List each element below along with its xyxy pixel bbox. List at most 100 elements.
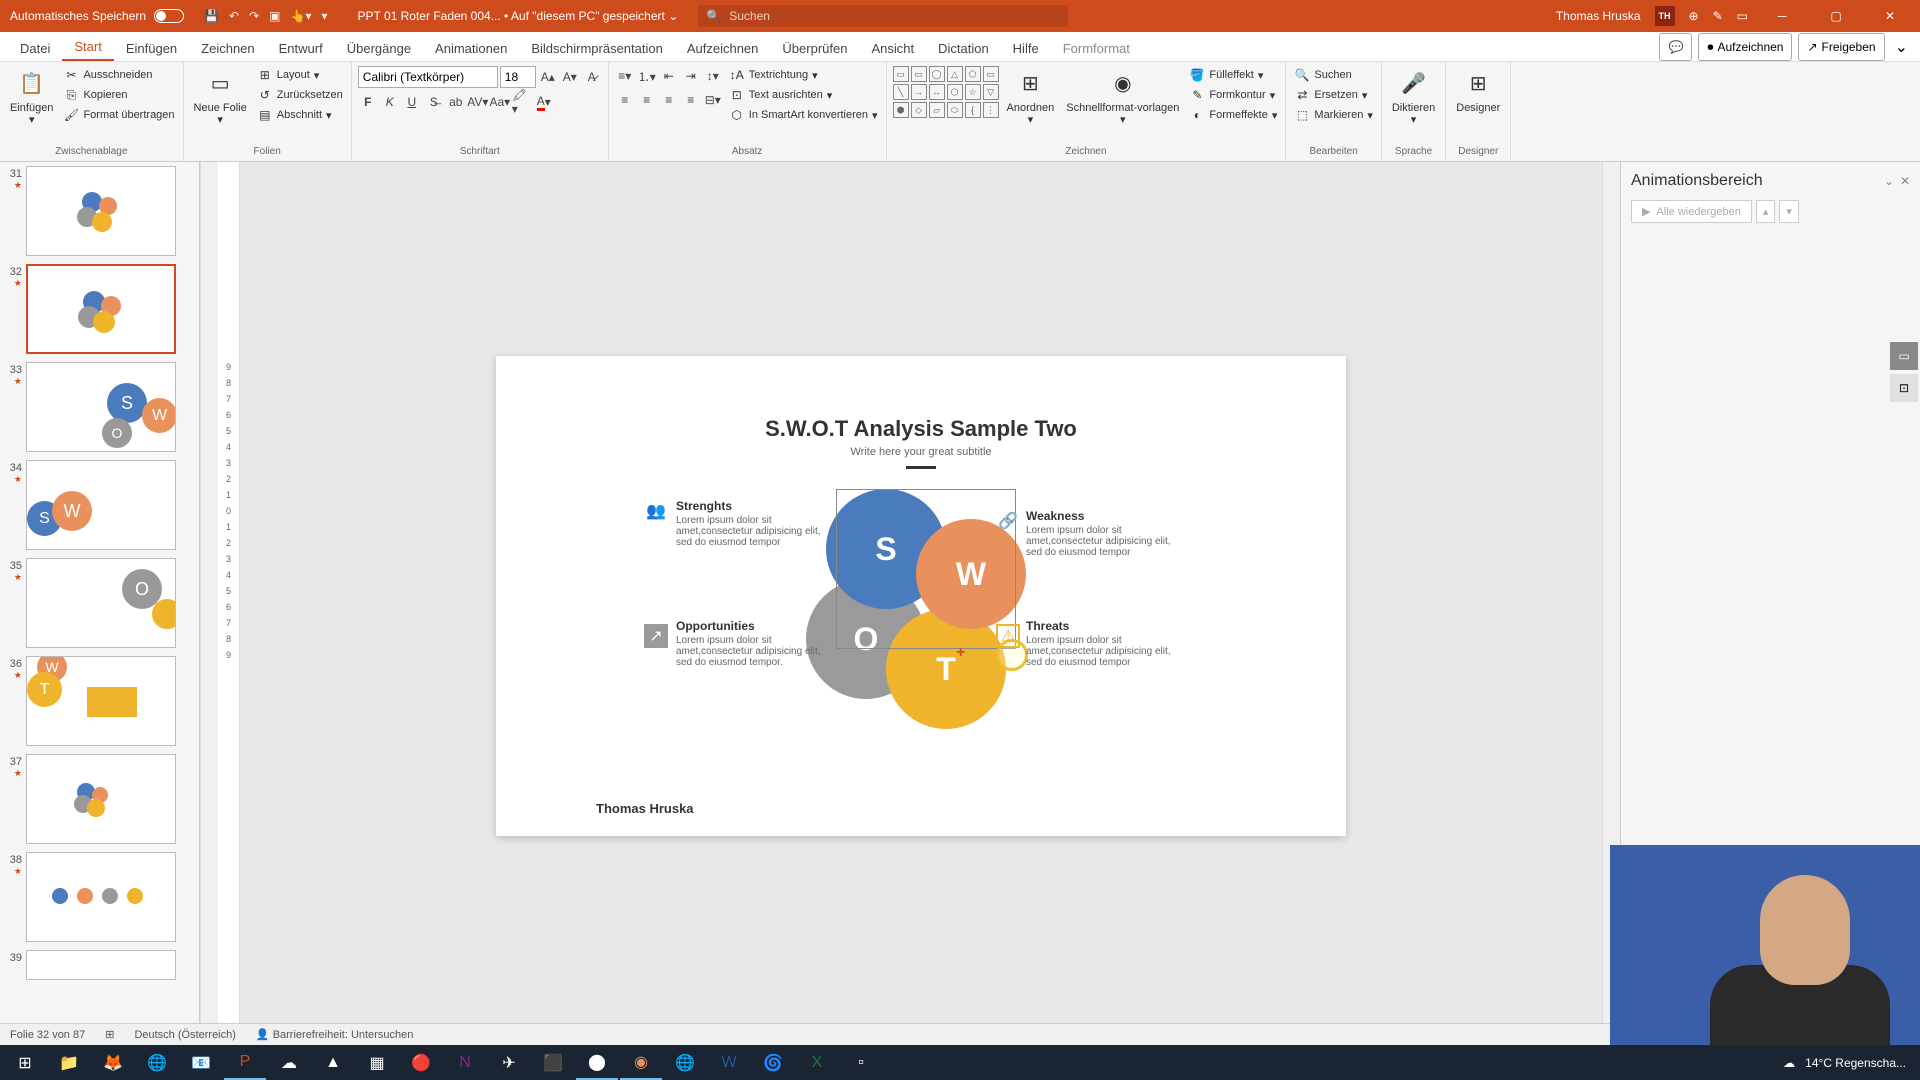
section-button[interactable]: ▤Abschnitt ▾ bbox=[255, 106, 345, 124]
indent-left-button[interactable]: ⇤ bbox=[659, 66, 679, 86]
redo-icon[interactable]: ↷ bbox=[249, 9, 259, 23]
highlight-button[interactable]: 🖍▾ bbox=[512, 92, 532, 112]
copy-button[interactable]: ⎘Kopieren bbox=[61, 86, 176, 104]
quickstyles-button[interactable]: ◉Schnellformat-vorlagen▾ bbox=[1062, 66, 1183, 128]
strikethrough-button[interactable]: S̶ bbox=[424, 92, 444, 112]
bold-button[interactable]: F bbox=[358, 92, 378, 112]
indent-right-button[interactable]: ⇥ bbox=[681, 66, 701, 86]
edge-icon[interactable]: 🌀 bbox=[752, 1045, 794, 1080]
format-painter-button[interactable]: 🖌Format übertragen bbox=[61, 106, 176, 124]
thumb-36[interactable]: 36★WT bbox=[4, 656, 195, 746]
dictate-button[interactable]: 🎤Diktieren▾ bbox=[1388, 66, 1439, 128]
tab-transitions[interactable]: Übergänge bbox=[335, 36, 423, 61]
smartart-button[interactable]: ⬡In SmartArt konvertieren ▾ bbox=[727, 106, 880, 124]
animpane-close-icon[interactable]: ✕ bbox=[1900, 174, 1910, 188]
layout-button[interactable]: ⊞Layout ▾ bbox=[255, 66, 345, 84]
search-input[interactable]: 🔍 Suchen bbox=[698, 5, 1068, 27]
outlook-icon[interactable]: 📧 bbox=[180, 1045, 222, 1080]
document-title[interactable]: PPT 01 Roter Faden 004... • Auf "diesem … bbox=[338, 9, 699, 23]
italic-button[interactable]: K bbox=[380, 92, 400, 112]
slide-subtitle[interactable]: Write here your great subtitle bbox=[536, 446, 1306, 458]
app-icon[interactable]: ⬛ bbox=[532, 1045, 574, 1080]
collapse-ribbon-icon[interactable]: ⌄ bbox=[1891, 33, 1912, 61]
app-icon[interactable]: ▦ bbox=[356, 1045, 398, 1080]
animpane-collapse-icon[interactable]: ⌄ bbox=[1884, 174, 1894, 188]
qat-more-icon[interactable]: ▾ bbox=[321, 9, 327, 23]
tab-design[interactable]: Entwurf bbox=[267, 36, 335, 61]
explorer-icon[interactable]: 📁 bbox=[48, 1045, 90, 1080]
case-button[interactable]: Aa▾ bbox=[490, 92, 510, 112]
fill-button[interactable]: 🪣Fülleffekt ▾ bbox=[1187, 66, 1279, 84]
tab-dictation[interactable]: Dictation bbox=[926, 36, 1001, 61]
tab-start[interactable]: Start bbox=[62, 34, 113, 61]
thumb-38[interactable]: 38★ bbox=[4, 852, 195, 942]
outline-button[interactable]: ✎Formkontur ▾ bbox=[1187, 86, 1279, 104]
toggle-switch[interactable] bbox=[154, 9, 184, 23]
align-text-button[interactable]: ⊡Text ausrichten ▾ bbox=[727, 86, 880, 104]
weather-icon[interactable]: ☁ bbox=[1783, 1056, 1795, 1070]
tab-view[interactable]: Ansicht bbox=[859, 36, 926, 61]
bullets-button[interactable]: ≡▾ bbox=[615, 66, 635, 86]
weather-text[interactable]: 14°C Regenscha... bbox=[1805, 1056, 1906, 1070]
vlc-icon[interactable]: ▲ bbox=[312, 1045, 354, 1080]
author-text[interactable]: Thomas Hruska bbox=[596, 801, 694, 816]
strengths-text[interactable]: StrenghtsLorem ipsum dolor sit amet,cons… bbox=[676, 499, 836, 548]
columns-button[interactable]: ⊟▾ bbox=[703, 90, 723, 110]
shadow-button[interactable]: ab bbox=[446, 92, 466, 112]
obs-icon[interactable]: ⬤ bbox=[576, 1045, 618, 1080]
autosave-toggle[interactable]: Automatisches Speichern bbox=[0, 9, 194, 23]
close-button[interactable]: ✕ bbox=[1870, 0, 1910, 32]
share-button[interactable]: ↗ Freigeben bbox=[1798, 33, 1884, 61]
reset-button[interactable]: ↺Zurücksetzen bbox=[255, 86, 345, 104]
start-button[interactable]: ⊞ bbox=[4, 1045, 46, 1080]
circle-w[interactable]: W bbox=[916, 519, 1026, 629]
thumb-32[interactable]: 32★ bbox=[4, 264, 195, 354]
spacing-button[interactable]: AV▾ bbox=[468, 92, 488, 112]
effects-button[interactable]: ◐Formeffekte ▾ bbox=[1187, 106, 1279, 124]
text-direction-button[interactable]: ↕ATextrichtung ▾ bbox=[727, 66, 880, 84]
play-all-button[interactable]: ▶ Alle wiedergeben bbox=[1631, 200, 1752, 223]
tab-file[interactable]: Datei bbox=[8, 36, 62, 61]
thumb-35[interactable]: 35★O bbox=[4, 558, 195, 648]
font-color-button[interactable]: A▾ bbox=[534, 92, 554, 112]
thumb-34[interactable]: 34★SW bbox=[4, 460, 195, 550]
new-slide-button[interactable]: ▭Neue Folie▾ bbox=[190, 66, 251, 128]
maximize-button[interactable]: ▢ bbox=[1816, 0, 1856, 32]
powerpoint-icon[interactable]: P bbox=[224, 1045, 266, 1080]
comments-button[interactable]: 💬 bbox=[1659, 33, 1692, 61]
excel-icon[interactable]: X bbox=[796, 1045, 838, 1080]
minimize-button[interactable]: ─ bbox=[1762, 0, 1802, 32]
paste-button[interactable]: 📋Einfügen▾ bbox=[6, 66, 57, 128]
swot-diagram[interactable]: O S T W + 👥 StrenghtsLorem ipsum dolor s… bbox=[536, 479, 1306, 759]
shapes-gallery[interactable]: ▭▭◯△⬠▭ ╲→↔⬡☆▽ ⬢◇▱⬭{⋮ bbox=[893, 66, 999, 118]
word-icon[interactable]: W bbox=[708, 1045, 750, 1080]
app-icon[interactable]: 🔴 bbox=[400, 1045, 442, 1080]
underline-button[interactable]: U bbox=[402, 92, 422, 112]
present-icon[interactable]: ▣ bbox=[269, 9, 280, 23]
tab-help[interactable]: Hilfe bbox=[1001, 36, 1051, 61]
user-name[interactable]: Thomas Hruska bbox=[1556, 9, 1641, 23]
tab-animations[interactable]: Animationen bbox=[423, 36, 519, 61]
weakness-text[interactable]: WeaknessLorem ipsum dolor sit amet,conse… bbox=[1026, 509, 1186, 558]
tab-shapeformat[interactable]: Formformat bbox=[1051, 36, 1142, 61]
align-right-button[interactable]: ≡ bbox=[659, 90, 679, 110]
accessibility-status[interactable]: 👤 Barrierefreiheit: Untersuchen bbox=[256, 1028, 413, 1041]
thumb-39[interactable]: 39 bbox=[4, 950, 195, 980]
telegram-icon[interactable]: ✈ bbox=[488, 1045, 530, 1080]
language-status[interactable]: Deutsch (Österreich) bbox=[134, 1029, 235, 1041]
app-icon[interactable]: ▫ bbox=[840, 1045, 882, 1080]
slide-thumbnails[interactable]: 31★ 32★ 33★SWO 34★SW 35★O 36★WT 37★ 38★ … bbox=[0, 162, 200, 1030]
tab-review[interactable]: Überprüfen bbox=[770, 36, 859, 61]
tab-draw[interactable]: Zeichnen bbox=[189, 36, 266, 61]
thumb-33[interactable]: 33★SWO bbox=[4, 362, 195, 452]
record-button[interactable]: ⏺ Aufzeichnen bbox=[1698, 33, 1792, 61]
current-slide[interactable]: S.W.O.T Analysis Sample Two Write here y… bbox=[496, 356, 1346, 836]
slide-title[interactable]: S.W.O.T Analysis Sample Two bbox=[536, 416, 1306, 442]
designer-button[interactable]: ⊞Designer bbox=[1452, 66, 1504, 116]
thumb-37[interactable]: 37★ bbox=[4, 754, 195, 844]
ribbon-display-icon[interactable]: ▭ bbox=[1737, 9, 1748, 23]
sidetab-anim[interactable]: ▭ bbox=[1890, 342, 1918, 370]
thumbnails-scrollbar[interactable] bbox=[200, 162, 218, 1030]
sidetab-other[interactable]: ⊡ bbox=[1890, 374, 1918, 402]
grow-font-icon[interactable]: A▴ bbox=[538, 67, 558, 87]
